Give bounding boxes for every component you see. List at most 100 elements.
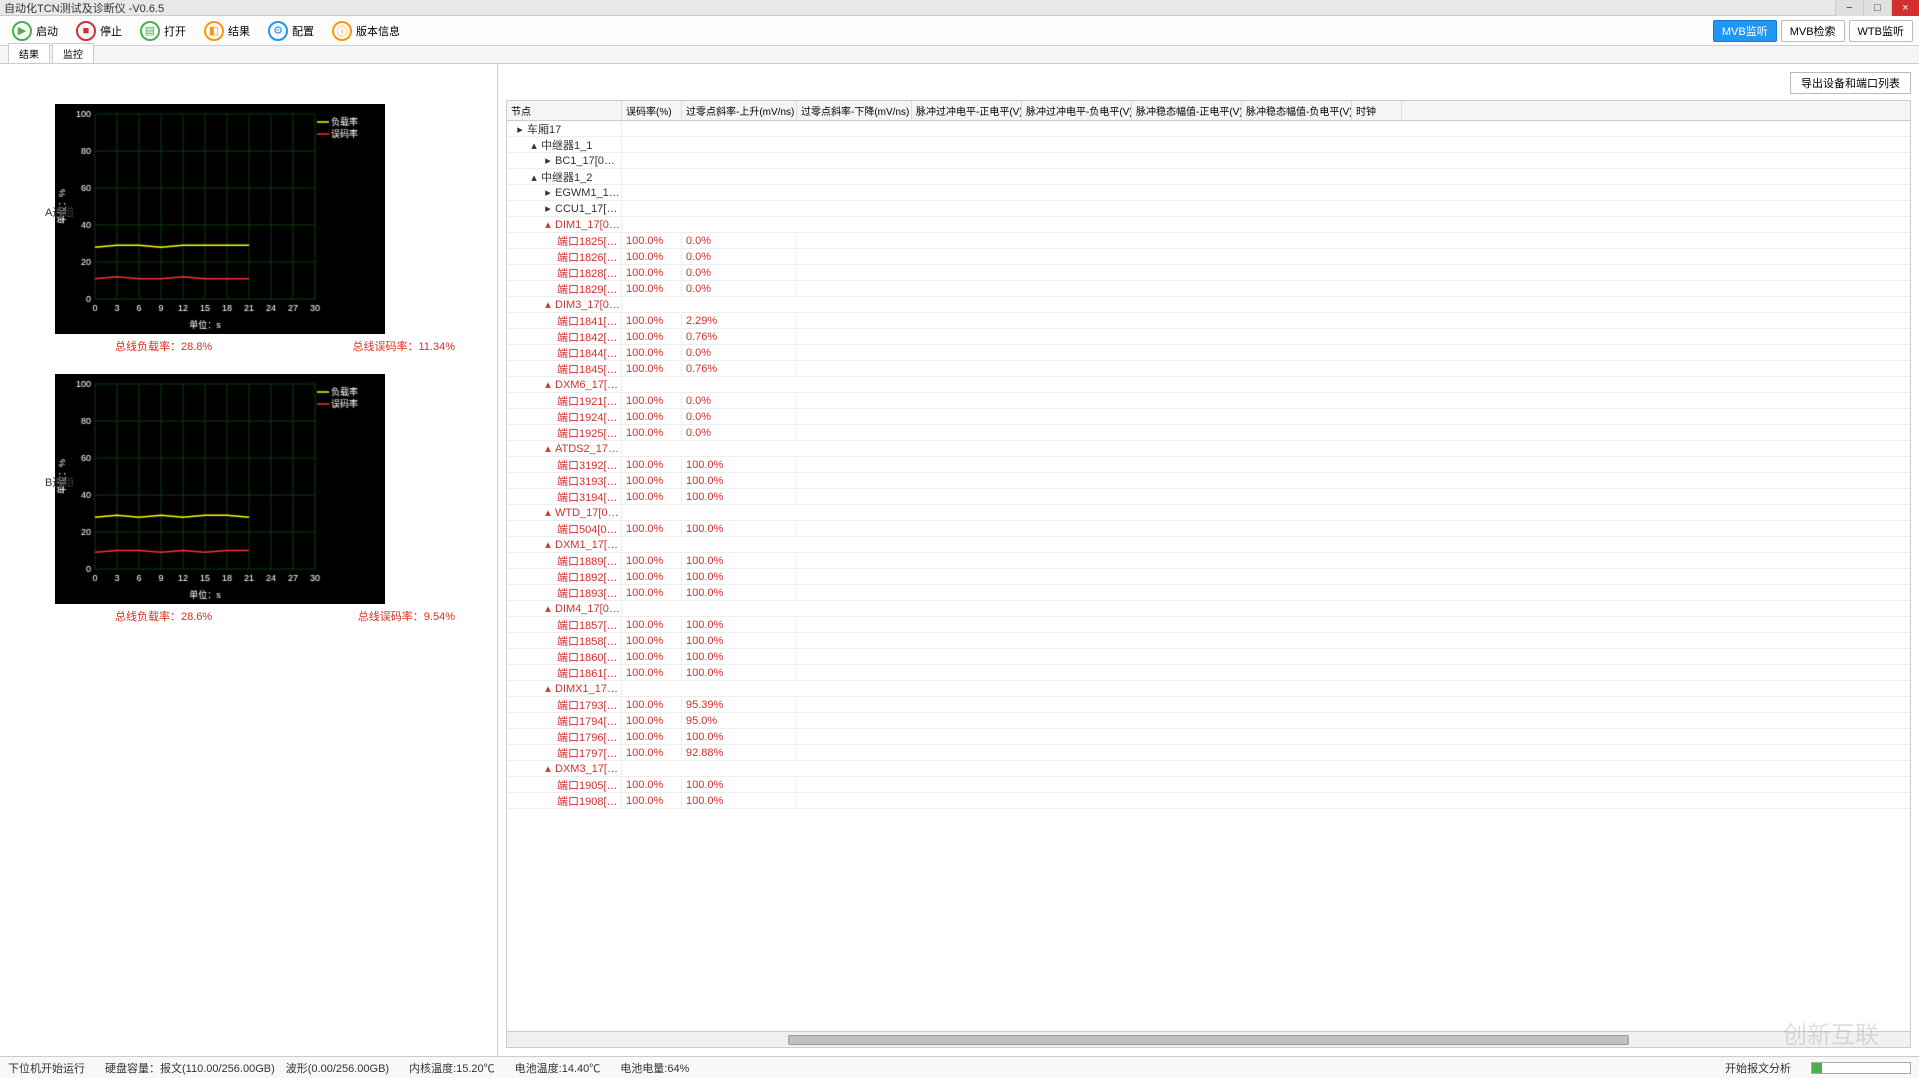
play-icon: ▶ — [12, 21, 32, 41]
start-button[interactable]: ▶启动 — [6, 19, 64, 43]
table-row[interactable]: 端口1794[07 0100.0%95.0% — [507, 713, 1910, 729]
col-header[interactable]: 过零点斜率-上升(mV/ns) — [682, 101, 797, 120]
table-row[interactable]: 端口1828[07 2100.0%0.0% — [507, 265, 1910, 281]
table-row[interactable]: ▴DXM6_17[00 0A] — [507, 377, 1910, 393]
table-row[interactable]: 端口1797[07 0100.0%92.88% — [507, 745, 1910, 761]
tree-toggle-icon[interactable]: ▸ — [543, 186, 553, 199]
table-row[interactable]: 端口1893[07 6100.0%100.0% — [507, 585, 1910, 601]
window-maximize-button[interactable]: □ — [1863, 0, 1891, 16]
node-label: DIM4_17[00 0E] — [555, 603, 622, 615]
tree-toggle-icon[interactable]: ▴ — [543, 602, 553, 615]
tree-toggle-icon[interactable]: ▴ — [543, 442, 553, 455]
table-row[interactable]: ▸BC1_17[00 01] — [507, 153, 1910, 169]
stat-a-err: 总线误码率：11.34% — [353, 338, 456, 354]
stop-button[interactable]: ■停止 — [70, 19, 128, 43]
table-row[interactable]: 端口1908[07 7100.0%100.0% — [507, 793, 1910, 809]
table-row[interactable]: ▴ATDS2_17[00 0B] — [507, 441, 1910, 457]
version-button[interactable]: ⓘ版本信息 — [326, 19, 406, 43]
table-row[interactable]: ▸车厢17 — [507, 121, 1910, 137]
table-row[interactable]: 端口1793[07 0100.0%95.39% — [507, 697, 1910, 713]
table-row[interactable]: 端口1892[07 6100.0%100.0% — [507, 569, 1910, 585]
tree-toggle-icon[interactable]: ▴ — [543, 762, 553, 775]
col-header[interactable]: 时钟 — [1352, 101, 1402, 120]
tree-toggle-icon[interactable]: ▴ — [543, 538, 553, 551]
col-header[interactable]: 脉冲过冲电平-负电平(V) — [1022, 101, 1132, 120]
node-label: 端口1828[07 2 — [557, 268, 622, 280]
table-row[interactable]: 端口1858[07 4100.0%100.0% — [507, 633, 1910, 649]
col-header[interactable]: 过零点斜率-下降(mV/ns) — [797, 101, 912, 120]
table-row[interactable]: ▴中继器1_1 — [507, 137, 1910, 153]
table-row[interactable]: 端口1845[07 3100.0%0.76% — [507, 361, 1910, 377]
table-row[interactable]: 端口3193[0C 7100.0%100.0% — [507, 473, 1910, 489]
mvb-search-button[interactable]: MVB检索 — [1781, 20, 1845, 42]
result-button[interactable]: ◧结果 — [198, 19, 256, 43]
horizontal-scrollbar[interactable] — [507, 1031, 1910, 1047]
table-row[interactable]: 端口1841[07 3100.0%2.29% — [507, 313, 1910, 329]
grid-body[interactable]: ▸车厢17▴中继器1_1▸BC1_17[00 01]▴中继器1_2▸EGWM1_… — [507, 121, 1910, 1031]
tree-toggle-icon[interactable]: ▴ — [529, 171, 539, 184]
table-row[interactable]: 端口1889[07 6100.0%100.0% — [507, 553, 1910, 569]
table-row[interactable]: 端口1861[07 4100.0%100.0% — [507, 665, 1910, 681]
table-row[interactable]: 端口3192[0C 7100.0%100.0% — [507, 457, 1910, 473]
tab-result[interactable]: 结果 — [8, 43, 50, 63]
tree-toggle-icon[interactable]: ▴ — [543, 506, 553, 519]
titlebar: 自动化TCN测试及诊断仪 -V0.6.5 − □ × — [0, 0, 1919, 16]
table-row[interactable]: ▴DXM1_17[00 0D] — [507, 537, 1910, 553]
table-row[interactable]: 端口1857[07 4100.0%100.0% — [507, 617, 1910, 633]
table-row[interactable]: ▴DIM4_17[00 0E] — [507, 601, 1910, 617]
data-panel: 导出设备和端口列表 节点误码率(%)过零点斜率-上升(mV/ns)过零点斜率-下… — [498, 64, 1919, 1056]
table-row[interactable]: 端口1924[07 8100.0%0.0% — [507, 409, 1910, 425]
tree-toggle-icon[interactable]: ▴ — [543, 298, 553, 311]
col-header[interactable]: 误码率(%) — [622, 101, 682, 120]
table-row[interactable]: 端口1825[07 2100.0%0.0% — [507, 233, 1910, 249]
tree-toggle-icon[interactable]: ▸ — [543, 154, 553, 167]
col-header[interactable]: 节点 — [507, 101, 622, 120]
config-button[interactable]: ⚙配置 — [262, 19, 320, 43]
table-row[interactable]: 端口1925[07 8100.0%0.0% — [507, 425, 1910, 441]
status-disk: 硬盘容量：报文(110.00/256.00GB) 波形(0.00/256.00G… — [105, 1060, 389, 1076]
node-label: 端口1921[07 8 — [557, 396, 622, 408]
table-row[interactable]: ▴WTD_17[00 0C] — [507, 505, 1910, 521]
tree-toggle-icon[interactable]: ▴ — [543, 218, 553, 231]
table-row[interactable]: 端口3194[0C 7100.0%100.0% — [507, 489, 1910, 505]
window-close-button[interactable]: × — [1891, 0, 1919, 16]
info-icon: ⓘ — [332, 21, 352, 41]
open-button[interactable]: ▤打开 — [134, 19, 192, 43]
table-row[interactable]: ▴DIM1_17[00 08] — [507, 217, 1910, 233]
node-label: 端口1793[07 0 — [557, 700, 622, 712]
table-row[interactable]: 端口504[01 F8100.0%100.0% — [507, 521, 1910, 537]
table-row[interactable]: 端口1796[07 0100.0%100.0% — [507, 729, 1910, 745]
table-row[interactable]: 端口1905[07 7100.0%100.0% — [507, 777, 1910, 793]
node-label: 端口1858[07 4 — [557, 636, 622, 648]
table-row[interactable]: 端口1826[07 2100.0%0.0% — [507, 249, 1910, 265]
table-row[interactable]: ▸EGWM1_17[00 0 — [507, 185, 1910, 201]
table-row[interactable]: ▸CCU1_17[00 07] — [507, 201, 1910, 217]
tree-toggle-icon[interactable]: ▴ — [543, 378, 553, 391]
table-row[interactable]: 端口1842[07 3100.0%0.76% — [507, 329, 1910, 345]
export-button[interactable]: 导出设备和端口列表 — [1790, 72, 1911, 94]
table-row[interactable]: ▴DIM3_17[00 09] — [507, 297, 1910, 313]
node-label: DIMX1_17[00 0F] — [555, 683, 622, 695]
table-row[interactable]: ▴中继器1_2 — [507, 169, 1910, 185]
table-row[interactable]: ▴DIMX1_17[00 0F] — [507, 681, 1910, 697]
node-label: 端口3193[0C 7 — [557, 476, 622, 488]
mvb-listen-button[interactable]: MVB监听 — [1713, 20, 1777, 42]
tree-toggle-icon[interactable]: ▴ — [529, 139, 539, 152]
window-minimize-button[interactable]: − — [1835, 0, 1863, 16]
col-header[interactable]: 脉冲稳态幅值-负电平(V) — [1242, 101, 1352, 120]
table-row[interactable]: 端口1844[07 3100.0%0.0% — [507, 345, 1910, 361]
wtb-listen-button[interactable]: WTB监听 — [1849, 20, 1913, 42]
table-row[interactable]: 端口1921[07 8100.0%0.0% — [507, 393, 1910, 409]
node-label: 车厢17 — [527, 124, 561, 136]
table-row[interactable]: 端口1860[07 4100.0%100.0% — [507, 649, 1910, 665]
col-header[interactable]: 脉冲稳态幅值-正电平(V) — [1132, 101, 1242, 120]
node-label: ATDS2_17[00 0B] — [555, 443, 622, 455]
tab-monitor[interactable]: 监控 — [52, 43, 94, 63]
table-row[interactable]: 端口1829[07 2100.0%0.0% — [507, 281, 1910, 297]
node-label: 端口1844[07 3 — [557, 348, 622, 360]
table-row[interactable]: ▴DXM3_17[00 10] — [507, 761, 1910, 777]
col-header[interactable]: 脉冲过冲电平-正电平(V) — [912, 101, 1022, 120]
tree-toggle-icon[interactable]: ▸ — [515, 123, 525, 136]
tree-toggle-icon[interactable]: ▸ — [543, 202, 553, 215]
tree-toggle-icon[interactable]: ▴ — [543, 682, 553, 695]
